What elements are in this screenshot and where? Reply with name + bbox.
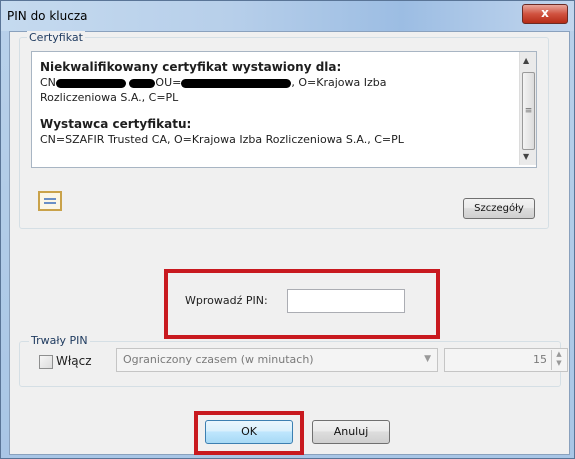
certificate-scrollbar[interactable]: ▲ ≡ ▼ xyxy=(519,52,536,165)
enable-checkbox-label[interactable]: Włącz xyxy=(56,354,92,368)
highlight-frame-pin xyxy=(164,269,440,339)
certificate-info-box[interactable]: Niekwalifikowany certyfikat wystawiony d… xyxy=(31,51,537,168)
issuer-line: CN=SZAFIR Trusted CA, O=Krajowa Izba Roz… xyxy=(40,133,404,146)
stepper-arrows-icon[interactable]: ▲ ▼ xyxy=(551,350,566,370)
window-title: PIN do klucza xyxy=(7,9,88,23)
subject-line-2: Rozliczeniowa S.A., C=PL xyxy=(40,91,179,104)
subject-organization: , O=Krajowa Izba xyxy=(291,76,387,89)
issuer-heading: Wystawca certyfikatu: xyxy=(40,117,192,131)
scroll-down-icon[interactable]: ▼ xyxy=(523,152,529,161)
scroll-up-icon[interactable]: ▲ xyxy=(523,56,529,65)
pin-mode-selected: Ograniczony czasem (w minutach) xyxy=(123,353,314,366)
redaction-mark xyxy=(181,78,292,88)
details-button[interactable]: Szczegóły xyxy=(463,198,535,219)
subject-ou: OU= xyxy=(155,76,182,89)
certificate-group-label: Certyfikat xyxy=(27,31,85,44)
certificate-text: Niekwalifikowany certyfikat wystawiony d… xyxy=(40,60,510,147)
certificate-icon xyxy=(38,191,62,211)
subject-heading: Niekwalifikowany certyfikat wystawiony d… xyxy=(40,60,342,74)
title-bar[interactable]: PIN do klucza x xyxy=(1,1,574,31)
cancel-button[interactable]: Anuluj xyxy=(312,420,390,444)
dialog-window: PIN do klucza x Certyfikat Niekwalifikow… xyxy=(0,0,575,459)
persistent-pin-group-label: Trwały PIN xyxy=(29,334,90,347)
close-button[interactable]: x xyxy=(522,4,568,24)
scroll-thumb[interactable]: ≡ xyxy=(522,72,535,150)
redaction-mark xyxy=(55,78,126,88)
pin-mode-select[interactable]: Ograniczony czasem (w minutach) ▼ xyxy=(116,348,438,372)
enable-checkbox[interactable] xyxy=(39,355,53,369)
minutes-stepper[interactable]: 15 ▲ ▼ xyxy=(444,348,568,372)
highlight-frame-ok xyxy=(194,411,304,455)
redaction-mark xyxy=(129,78,156,88)
subject-cn: CN xyxy=(40,76,56,89)
minutes-value: 15 xyxy=(533,353,547,366)
chevron-down-icon[interactable]: ▼ xyxy=(424,354,431,364)
subject-line: CN OU= , O=Krajowa Izba xyxy=(40,75,510,90)
